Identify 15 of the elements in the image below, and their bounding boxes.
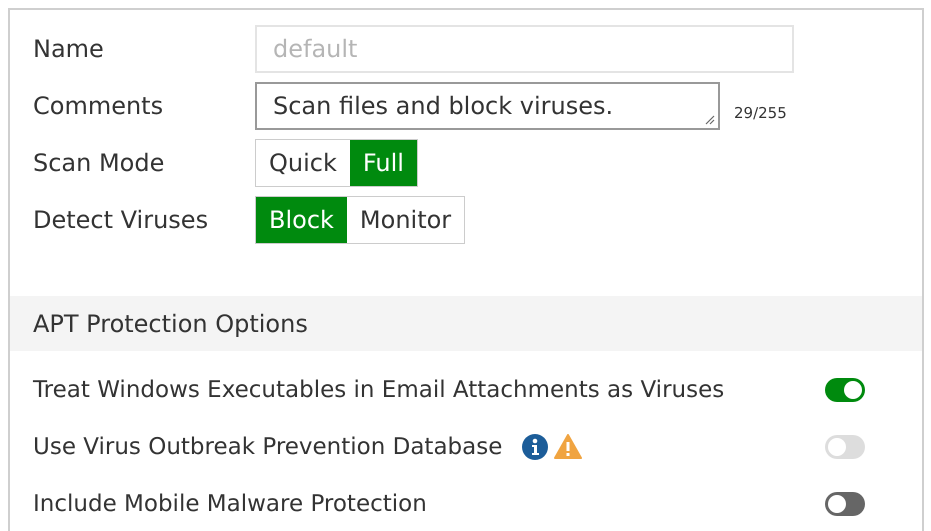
option-label: Treat Windows Executables in Email Attachments as Viruses [33,376,724,402]
character-counter: 29/255 [734,104,787,122]
resize-handle-icon[interactable] [703,112,715,124]
comments-field[interactable]: Scan files and block viruses. [255,82,720,130]
option-label: Include Mobile Malware Protection [33,490,427,516]
segment-button[interactable]: Block [256,196,347,242]
section-title: APT Protection Options [33,310,308,338]
segment-button[interactable]: Full [350,140,417,186]
field-label: Name [33,34,105,62]
toggle-switch[interactable] [825,492,865,516]
field-label: Comments [33,92,164,120]
toggle-switch[interactable] [825,378,865,402]
field-label: Detect Viruses [33,206,210,234]
option-label: Use Virus Outbreak Prevention Database [33,434,502,460]
field-label: Scan Mode [33,148,166,176]
